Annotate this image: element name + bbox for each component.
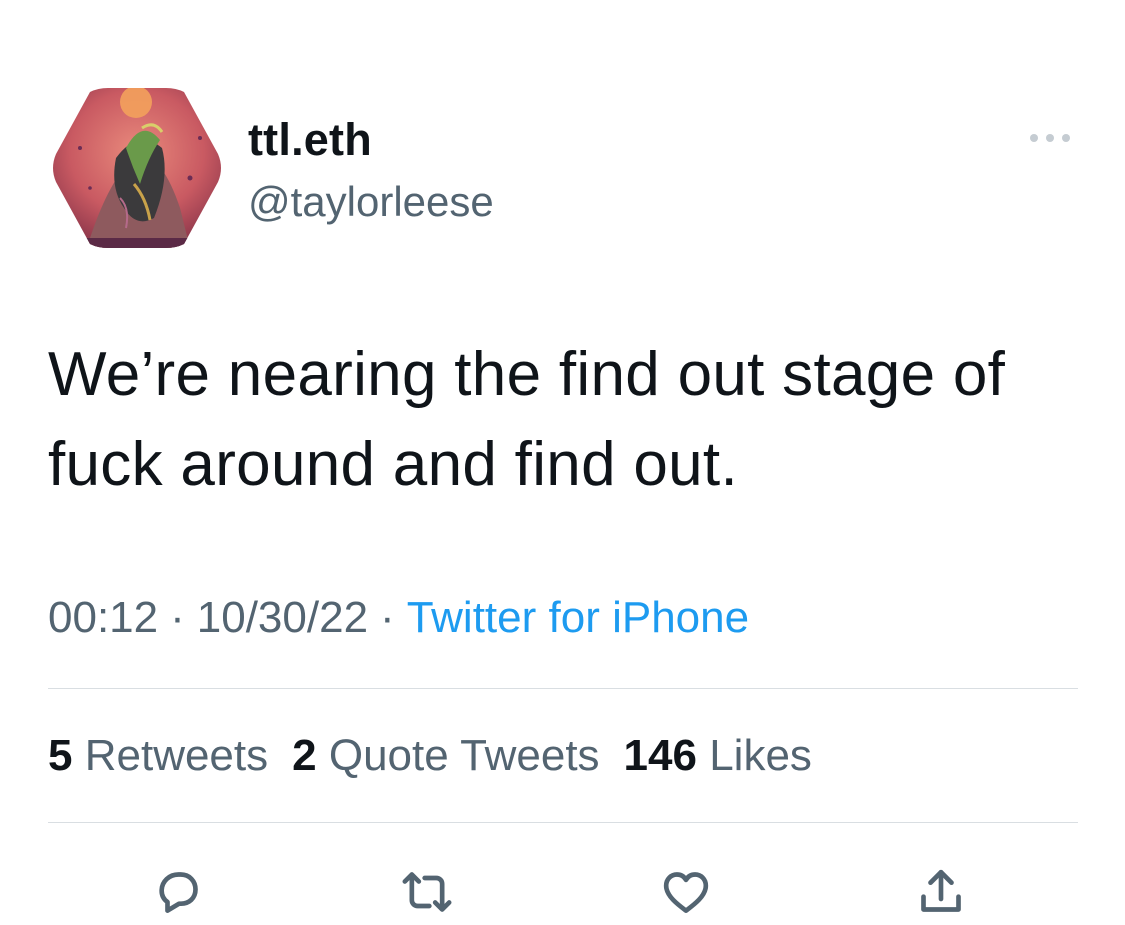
avatar[interactable] [50, 88, 224, 248]
divider [48, 822, 1078, 823]
tweet-detail: ttl.eth @taylorleese We’re nearing the f… [0, 0, 1125, 925]
tweet-meta: 00:12 · 10/30/22 · Twitter for iPhone [48, 590, 749, 646]
author-handle[interactable]: @taylorleese [248, 176, 494, 228]
meta-separator: · [170, 593, 185, 642]
engagement-stats: 5 Retweets 2 Quote Tweets 146 Likes [48, 728, 812, 784]
like-button[interactable] [654, 860, 718, 924]
author-display-name[interactable]: ttl.eth [248, 112, 372, 168]
retweet-button[interactable] [395, 860, 459, 924]
likes-label: Likes [709, 731, 812, 780]
more-horizontal-icon [1030, 134, 1070, 142]
reply-icon [159, 872, 198, 913]
quote-tweets-label: Quote Tweets [328, 731, 600, 780]
retweet-icon [402, 872, 452, 912]
retweets-count: 5 [48, 731, 73, 780]
heart-icon [663, 872, 709, 913]
meta-separator: · [380, 593, 395, 642]
tweet-text: We’re nearing the find out stage of fuck… [48, 340, 1006, 499]
likes-stat[interactable]: 146 Likes [624, 731, 812, 780]
reply-button[interactable] [146, 860, 210, 924]
retweets-stat[interactable]: 5 Retweets [48, 731, 268, 780]
action-bar [0, 860, 1125, 924]
share-icon [921, 869, 961, 912]
more-options-button[interactable] [1022, 118, 1078, 158]
divider [48, 688, 1078, 689]
quote-tweets-count: 2 [292, 731, 317, 780]
retweets-label: Retweets [84, 731, 269, 780]
tweet-source-link[interactable]: Twitter for iPhone [407, 593, 749, 642]
quote-tweets-stat[interactable]: 2 Quote Tweets [292, 731, 599, 780]
tweet-date[interactable]: 10/30/22 [197, 593, 368, 642]
tweet-time[interactable]: 00:12 [48, 593, 158, 642]
likes-count: 146 [623, 731, 697, 780]
share-button[interactable] [909, 860, 973, 924]
